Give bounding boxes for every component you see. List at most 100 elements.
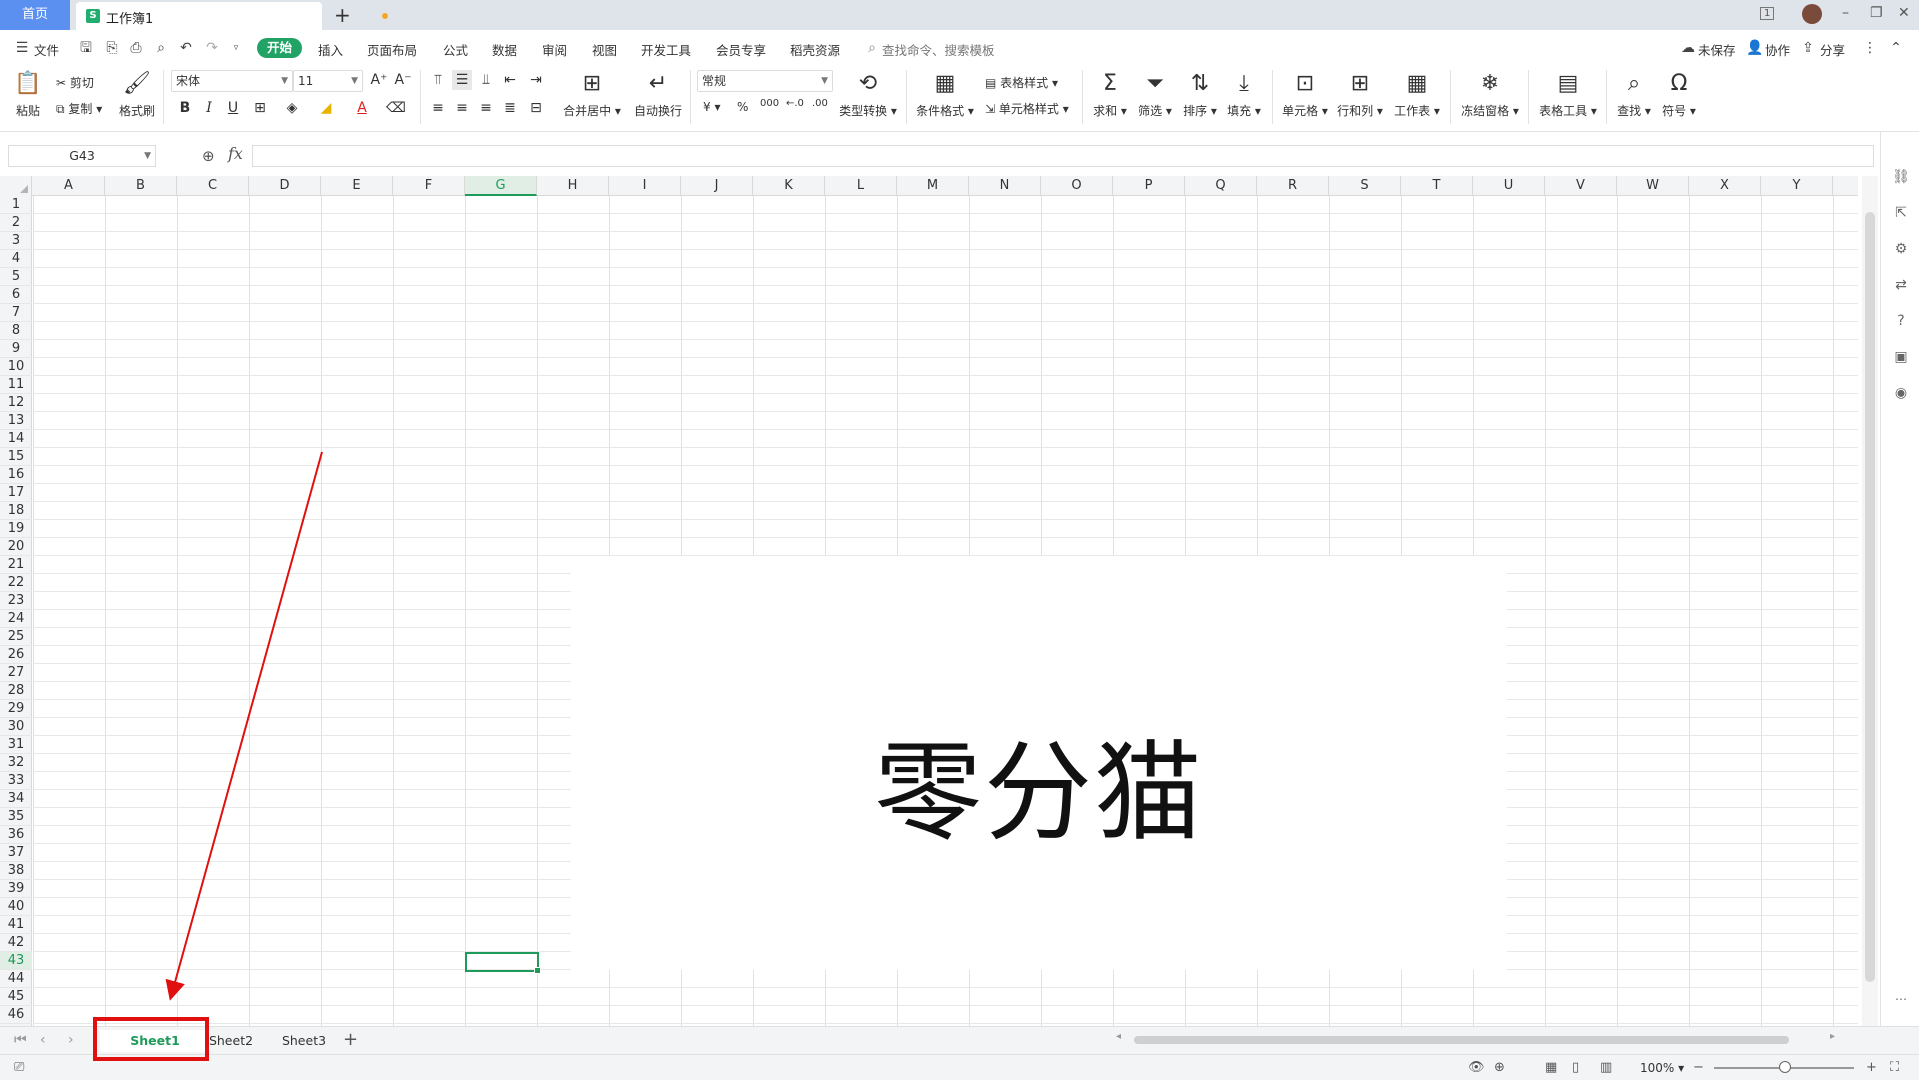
scroll-right-icon[interactable]: ▸	[1830, 1031, 1835, 1042]
column-header[interactable]: U	[1473, 176, 1545, 196]
sort-button[interactable]: ⇅ 排序 ▾	[1180, 70, 1220, 119]
add-sheet-button[interactable]: +	[343, 1029, 358, 1050]
row-header[interactable]: 12	[0, 394, 32, 412]
column-header[interactable]: T	[1401, 176, 1473, 196]
decrease-indent-icon[interactable]: ⇤	[500, 70, 520, 90]
scroll-thumb[interactable]	[1134, 1036, 1789, 1044]
menu-file[interactable]: 文件	[34, 40, 59, 59]
row-header[interactable]: 21	[0, 556, 32, 574]
cut-button[interactable]: ✂ 剪切	[56, 74, 94, 91]
vertical-scrollbar[interactable]	[1862, 176, 1878, 1026]
row-header[interactable]: 29	[0, 700, 32, 718]
hamburger-icon[interactable]: ☰	[14, 40, 30, 56]
fill-color-icon[interactable]: ◢	[316, 98, 336, 118]
currency-button[interactable]: ¥ ▾	[703, 100, 720, 114]
justify-icon[interactable]: ≣	[500, 98, 520, 118]
column-header[interactable]: M	[897, 176, 969, 196]
column-header[interactable]: N	[969, 176, 1041, 196]
name-box[interactable]: G43 ▼	[8, 145, 156, 167]
next-sheet-icon[interactable]: ›	[68, 1032, 74, 1048]
auto-wrap-button[interactable]: ↵ 自动换行	[630, 70, 686, 119]
row-header[interactable]: 20	[0, 538, 32, 556]
menu-view[interactable]: 视图	[592, 40, 617, 59]
row-header[interactable]: 22	[0, 574, 32, 592]
prev-sheet-icon[interactable]: ‹	[40, 1032, 46, 1048]
column-header[interactable]: F	[393, 176, 465, 196]
column-header[interactable]: P	[1113, 176, 1185, 196]
minimize-icon[interactable]: –	[1842, 5, 1849, 21]
sidebar-attach-icon[interactable]: ⛓	[1892, 168, 1910, 186]
align-bottom-icon[interactable]: ⫫	[476, 70, 496, 90]
zoom-level[interactable]: 100% ▾	[1640, 1061, 1684, 1075]
select-all-button[interactable]	[0, 176, 32, 196]
column-header[interactable]: A	[33, 176, 105, 196]
find-button[interactable]: ⌕ 查找 ▾	[1614, 70, 1654, 119]
column-header[interactable]: C	[177, 176, 249, 196]
first-sheet-icon[interactable]: ⏮	[14, 1032, 27, 1048]
distributed-align-icon[interactable]: ⊟	[526, 98, 546, 118]
cell-area[interactable]: 零分猫	[33, 196, 1858, 1026]
menu-docer-resources[interactable]: 稻壳资源	[790, 40, 840, 59]
menu-insert[interactable]: 插入	[318, 40, 343, 59]
page-layout-view-icon[interactable]: ▯	[1572, 1060, 1579, 1075]
sidebar-select-icon[interactable]: ⇱	[1892, 204, 1910, 222]
column-header[interactable]: R	[1257, 176, 1329, 196]
normal-view-icon[interactable]: ▦	[1545, 1060, 1557, 1075]
row-header[interactable]: 37	[0, 844, 32, 862]
row-header[interactable]: 28	[0, 682, 32, 700]
eye-protection-icon[interactable]: 👁	[1468, 1060, 1485, 1075]
fullscreen-icon[interactable]: ⛶	[1890, 1060, 1899, 1075]
sidebar-settings-icon[interactable]: ⚙	[1892, 240, 1910, 258]
horizontal-scrollbar[interactable]: ◂ ▸	[1110, 1031, 1840, 1046]
column-header[interactable]: B	[105, 176, 177, 196]
align-center-icon[interactable]: ≡	[452, 98, 472, 118]
collaborate-button[interactable]: 协作	[1765, 40, 1790, 59]
decrease-decimal-icon[interactable]: .00	[812, 98, 828, 109]
avatar[interactable]	[1802, 4, 1822, 24]
increase-indent-icon[interactable]: ⇥	[526, 70, 546, 90]
scroll-left-icon[interactable]: ◂	[1116, 1031, 1121, 1042]
clear-format-icon[interactable]: ⌫	[386, 98, 406, 118]
more-icon[interactable]: ⋯	[1892, 990, 1910, 1008]
document-tab[interactable]: S 工作簿1	[76, 2, 388, 30]
column-header[interactable]: K	[753, 176, 825, 196]
row-header[interactable]: 8	[0, 322, 32, 340]
row-header[interactable]: 33	[0, 772, 32, 790]
macro-record-icon[interactable]: ⎚	[14, 1060, 24, 1075]
zoom-slider-handle[interactable]	[1779, 1061, 1791, 1073]
unsaved-status[interactable]: 未保存	[1698, 40, 1736, 59]
column-header[interactable]: O	[1041, 176, 1113, 196]
increase-font-icon[interactable]: A⁺	[369, 70, 389, 90]
type-convert-button[interactable]: ⟲ 类型转换 ▾	[838, 70, 898, 119]
row-header[interactable]: 45	[0, 988, 32, 1006]
row-col-button[interactable]: ⊞ 行和列 ▾	[1335, 70, 1385, 119]
row-header[interactable]: 7	[0, 304, 32, 322]
undo-icon[interactable]: ↶	[178, 40, 194, 56]
column-header[interactable]: H	[537, 176, 609, 196]
sidebar-transfer-icon[interactable]: ⇄	[1892, 276, 1910, 294]
row-header[interactable]: 30	[0, 718, 32, 736]
table-tools-button[interactable]: ▤ 表格工具 ▾	[1536, 70, 1600, 119]
row-header[interactable]: 11	[0, 376, 32, 394]
paste-button[interactable]: 📋 粘贴	[10, 70, 46, 119]
row-header[interactable]: 6	[0, 286, 32, 304]
worksheet-button[interactable]: ▦ 工作表 ▾	[1392, 70, 1442, 119]
row-header[interactable]: 15	[0, 448, 32, 466]
share-button[interactable]: 分享	[1820, 40, 1845, 59]
row-header[interactable]: 25	[0, 628, 32, 646]
row-header[interactable]: 43	[0, 952, 32, 970]
close-icon[interactable]: ✕	[1898, 5, 1910, 21]
row-header[interactable]: 34	[0, 790, 32, 808]
active-cell[interactable]	[465, 952, 541, 974]
symbol-button[interactable]: Ω 符号 ▾	[1659, 70, 1699, 119]
help-icon[interactable]: ?	[1892, 312, 1910, 330]
row-header[interactable]: 3	[0, 232, 32, 250]
conditional-format-button[interactable]: ▦ 条件格式 ▾	[913, 70, 977, 119]
format-painter-button[interactable]: 🖌 格式刷	[117, 70, 157, 119]
percent-button[interactable]: %	[737, 100, 748, 114]
column-header[interactable]: E	[321, 176, 393, 196]
number-format-select[interactable]: 常规 ▼	[697, 70, 833, 92]
column-header[interactable]: S	[1329, 176, 1401, 196]
inserted-image[interactable]: 零分猫	[571, 556, 1507, 970]
more-options-icon[interactable]: ⋮	[1862, 40, 1878, 56]
